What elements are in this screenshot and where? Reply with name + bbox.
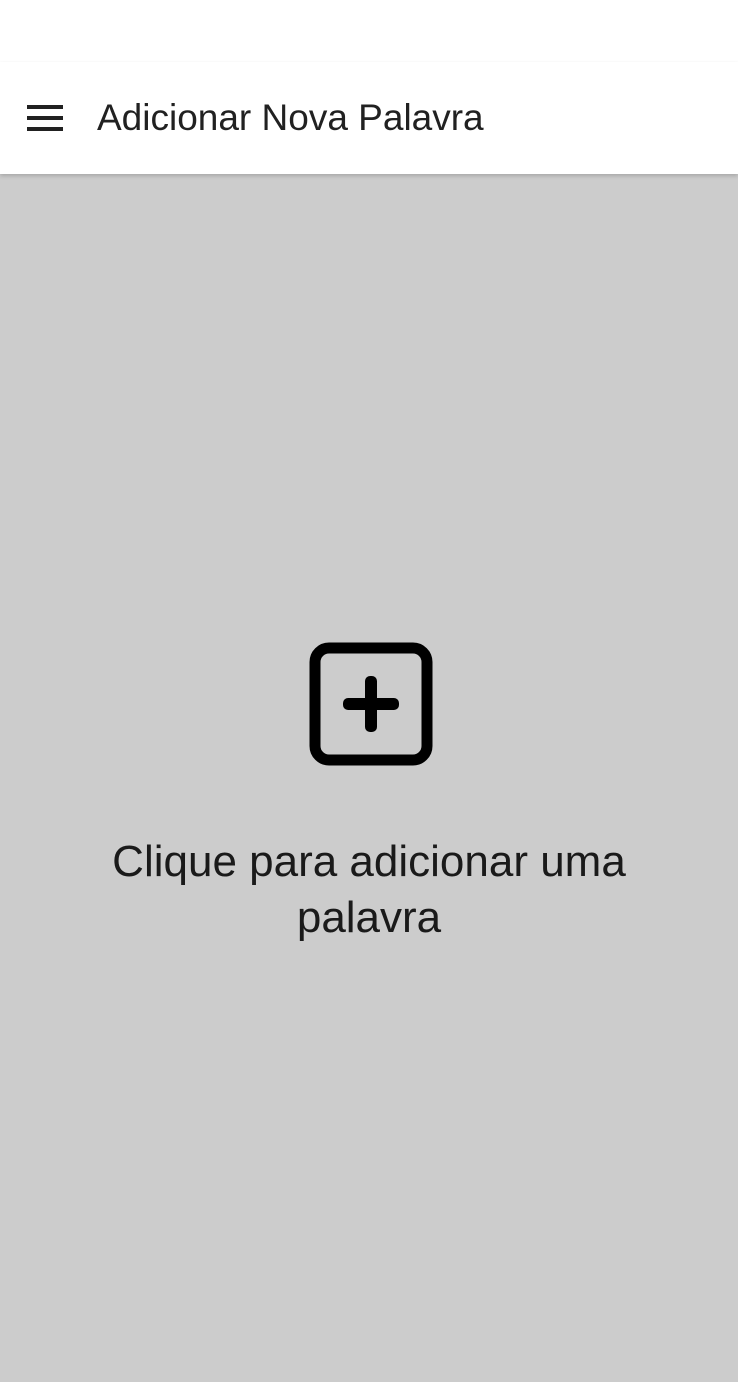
menu-button[interactable] xyxy=(14,84,76,152)
page-title: Adicionar Nova Palavra xyxy=(97,97,484,138)
add-word-label: Clique para adicionar uma palavra xyxy=(112,837,626,942)
add-word-button[interactable]: Clique para adicionar uma palavra xyxy=(40,624,698,964)
status-bar xyxy=(0,0,738,62)
app-bar: Adicionar Nova Palavra xyxy=(0,62,738,174)
main-content: Clique para adicionar uma palavra xyxy=(0,174,738,1382)
hamburger-menu-icon xyxy=(27,105,63,131)
add-box-icon xyxy=(309,642,433,766)
